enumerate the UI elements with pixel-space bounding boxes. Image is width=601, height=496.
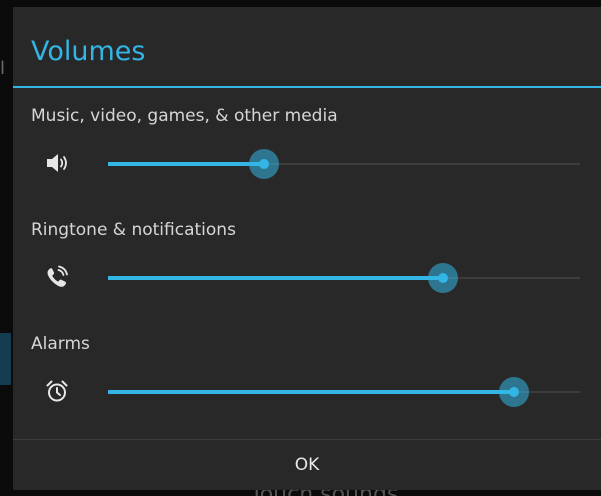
dialog-title: Volumes xyxy=(31,36,146,67)
alarms-volume-thumb[interactable] xyxy=(498,377,529,407)
screen: l Touch sounds Volumes Music, video, gam… xyxy=(0,0,601,496)
ringtone-volume-thumb[interactable] xyxy=(428,263,459,293)
background-partial-text: l xyxy=(0,58,6,79)
ringtone-volume-fill xyxy=(108,276,444,280)
speaker-icon xyxy=(47,154,67,172)
ok-button[interactable]: OK xyxy=(13,440,601,490)
ringtone-volume-slider[interactable] xyxy=(108,263,580,293)
media-volume-thumb[interactable] xyxy=(248,149,279,179)
title-divider xyxy=(13,86,601,88)
phone-ring-icon xyxy=(47,265,68,287)
alarm-clock-icon xyxy=(46,380,68,402)
alarms-volume-fill xyxy=(108,390,514,394)
media-volume-slider[interactable] xyxy=(108,149,580,179)
media-volume-label: Music, video, games, & other media xyxy=(31,106,338,126)
alarms-volume-slider[interactable] xyxy=(108,377,580,407)
alarms-volume-label: Alarms xyxy=(31,334,90,354)
ringtone-volume-label: Ringtone & notifications xyxy=(31,220,236,240)
volumes-dialog: Volumes Music, video, games, & other med… xyxy=(13,7,601,490)
background-selected-item xyxy=(0,333,11,385)
media-volume-fill xyxy=(108,162,264,166)
